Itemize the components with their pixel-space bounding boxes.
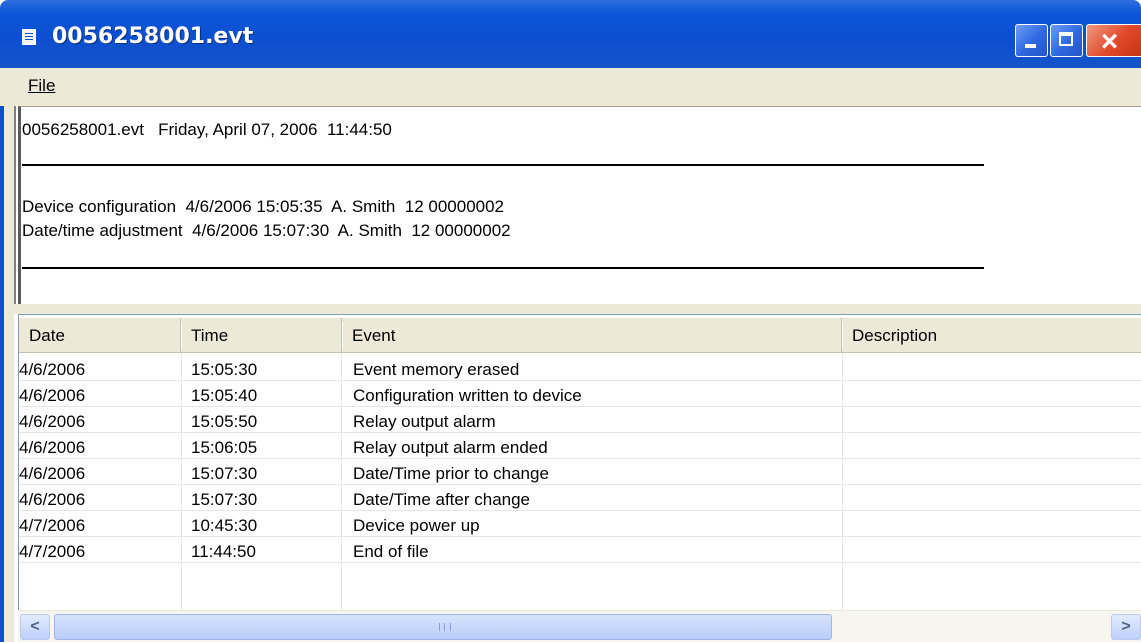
cell-event: End of file: [353, 542, 429, 561]
window-title: 0056258001.evt: [52, 24, 254, 49]
close-button[interactable]: ×: [1086, 24, 1141, 58]
column-header-description[interactable]: Description: [842, 318, 1141, 352]
table-row[interactable]: 4/6/2006 15:05:30 Event memory erased: [19, 356, 1141, 382]
cell-time: 11:44:50: [191, 542, 256, 561]
row-divider: [19, 406, 1141, 407]
row-divider: [19, 562, 1141, 563]
document-icon[interactable]: [22, 29, 36, 45]
table-row[interactable]: 4/7/2006 11:44:50 End of file: [19, 538, 1141, 564]
cell-date: 4/6/2006: [19, 464, 86, 483]
cell-date: 4/6/2006: [19, 490, 86, 509]
cell-event: Relay output alarm: [353, 412, 496, 431]
cell-time: 10:45:30: [191, 516, 258, 535]
file-header-line: 0056258001.evt Friday, April 07, 2006 11…: [22, 120, 392, 139]
cell-event: Date/Time after change: [353, 490, 531, 509]
pane-divider: [14, 106, 16, 306]
cell-date: 4/6/2006: [19, 412, 86, 431]
cell-time: 15:05:40: [191, 386, 258, 405]
title-bar[interactable]: 0056258001.evt ×: [0, 0, 1141, 68]
table-row[interactable]: 4/6/2006 15:05:40 Configuration written to…: [19, 382, 1141, 408]
cell-date: 4/7/2006: [19, 542, 86, 561]
row-divider: [19, 380, 1141, 381]
table-row[interactable]: 4/6/2006 15:05:50 Relay output alarm: [19, 408, 1141, 434]
row-divider: [19, 536, 1141, 537]
header-entry: Date/time adjustment 4/6/2006 15:07:30 A…: [22, 221, 511, 240]
row-divider: [19, 458, 1141, 459]
column-header-time[interactable]: Time: [181, 318, 343, 352]
cell-date: 4/6/2006: [19, 386, 86, 405]
cell-time: 15:05:30: [191, 360, 258, 379]
cell-date: 4/6/2006: [19, 360, 86, 379]
column-header-date[interactable]: Date: [19, 318, 182, 352]
cell-event: Date/Time prior to change: [353, 464, 549, 483]
maximize-icon: [1059, 32, 1073, 46]
row-divider: [19, 432, 1141, 433]
close-icon: ×: [1100, 25, 1119, 58]
cell-date: 4/6/2006: [19, 438, 86, 457]
cell-event: Relay output alarm ended: [353, 438, 548, 457]
menu-file[interactable]: File: [28, 76, 55, 96]
scroll-right-arrow-icon[interactable]: >: [1111, 614, 1141, 640]
table-row[interactable]: 4/6/2006 15:07:30 Date/Time after change: [19, 486, 1141, 512]
cell-time: 15:06:05: [191, 438, 258, 457]
pane-splitter[interactable]: [14, 304, 1141, 314]
scrollbar-thumb[interactable]: [54, 614, 832, 640]
table-row[interactable]: 4/7/2006 10:45:30 Device power up: [19, 512, 1141, 538]
minimize-button[interactable]: [1015, 24, 1048, 57]
cell-time: 15:07:30: [191, 464, 258, 483]
header-entry: Device configuration 4/6/2006 15:05:35 A…: [22, 197, 505, 216]
cell-event: Event memory erased: [353, 360, 520, 379]
row-divider: [19, 484, 1141, 485]
menu-bar: [0, 68, 1141, 106]
cell-event: Device power up: [353, 516, 480, 535]
scrollbar-grip: [439, 623, 451, 631]
cell-time: 15:05:50: [191, 412, 258, 431]
cell-date: 4/7/2006: [19, 516, 86, 535]
column-header-event[interactable]: Event: [342, 318, 843, 352]
row-divider: [19, 510, 1141, 511]
table-row[interactable]: 4/6/2006 15:06:05 Relay output alarm ended: [19, 434, 1141, 460]
maximize-button[interactable]: [1050, 24, 1083, 57]
table-row[interactable]: 4/6/2006 15:07:30 Date/Time prior to chang…: [19, 460, 1141, 486]
header-separator-top: [22, 164, 984, 166]
window-left-border-edge: [0, 68, 4, 642]
minimize-icon: [1025, 44, 1036, 48]
cell-time: 15:07:30: [191, 490, 258, 509]
scroll-left-arrow-icon[interactable]: <: [20, 614, 50, 640]
cell-event: Configuration written to device: [353, 386, 582, 405]
header-separator-bottom: [22, 267, 984, 269]
